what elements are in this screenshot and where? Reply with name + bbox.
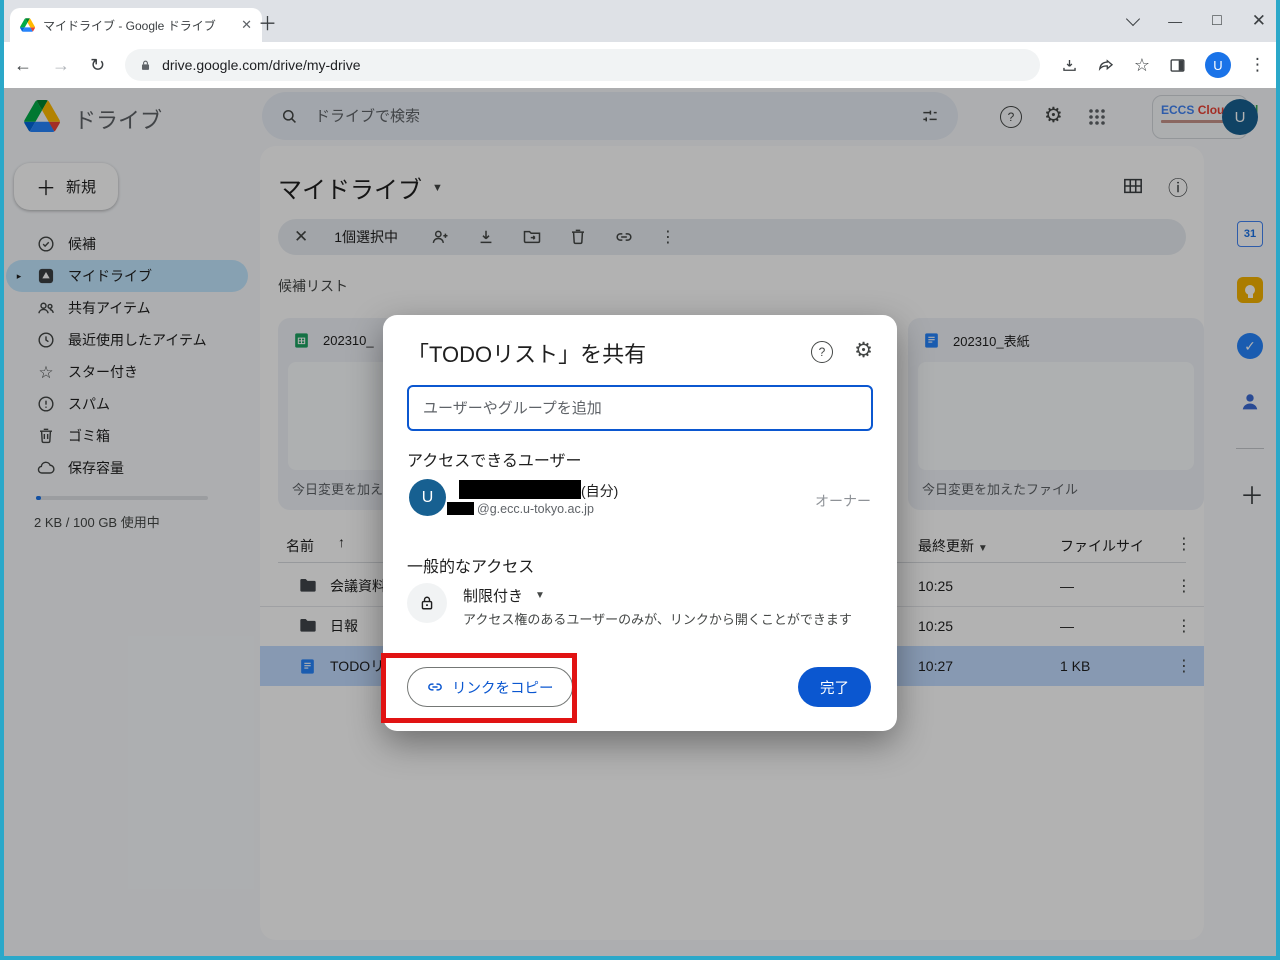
owner-self-label: (自分) — [581, 481, 618, 501]
add-people-input[interactable] — [407, 385, 873, 431]
side-panel-icon[interactable] — [1168, 56, 1187, 75]
window-controls: — □ ✕ — [1128, 0, 1266, 42]
window-close-button[interactable]: ✕ — [1252, 11, 1266, 31]
tab-close-icon[interactable]: ✕ — [241, 17, 252, 33]
screen-border-left — [0, 0, 4, 960]
new-tab-button[interactable]: ＋ — [258, 9, 277, 36]
browser-tab-bar: マイドライブ - Google ドライブ ✕ ＋ — □ ✕ — [0, 0, 1280, 42]
share-dialog: 「TODOリスト」を共有 ? ⚙ アクセスできるユーザー U (自分) @g.e… — [383, 315, 897, 731]
back-icon[interactable]: ← — [14, 55, 32, 76]
owner-role-label: オーナー — [815, 491, 871, 511]
redacted-owner-name — [459, 480, 581, 499]
link-icon — [426, 678, 444, 696]
share-icon[interactable] — [1097, 56, 1116, 75]
reload-icon[interactable]: ↻ — [90, 55, 105, 76]
owner-avatar: U — [409, 479, 446, 516]
lock-icon — [407, 583, 447, 623]
people-section-label: アクセスできるユーザー — [407, 447, 582, 471]
browser-menu-icon[interactable]: ⋮ — [1249, 55, 1266, 75]
chevron-down-icon: ▼ — [535, 590, 545, 601]
dialog-settings-gear-icon[interactable]: ⚙ — [854, 340, 873, 361]
done-button[interactable]: 完了 — [798, 667, 871, 707]
access-level-label: 制限付き — [463, 585, 523, 606]
browser-action-icons: ☆ U ⋮ — [1060, 52, 1266, 78]
owner-email-domain: @g.ecc.u-tokyo.ac.jp — [477, 502, 594, 516]
browser-profile-avatar[interactable]: U — [1205, 52, 1231, 78]
access-description: アクセス権のあるユーザーのみが、リンクから開くことができます — [463, 609, 852, 628]
screen-border-right — [1276, 0, 1280, 960]
bookmark-star-icon[interactable]: ☆ — [1134, 55, 1150, 76]
screen-border-bottom — [0, 956, 1280, 960]
browser-address-bar: ← → ↻ drive.google.com/drive/my-drive ☆ … — [0, 42, 1280, 88]
dialog-help-icon[interactable]: ? — [811, 341, 833, 363]
screen: マイドライブ - Google ドライブ ✕ ＋ — □ ✕ ← → ↻ dri… — [0, 0, 1280, 960]
browser-tab[interactable]: マイドライブ - Google ドライブ ✕ — [10, 8, 262, 42]
drive-favicon — [20, 18, 35, 32]
general-access-section-label: 一般的なアクセス — [407, 553, 534, 577]
url-bar[interactable]: drive.google.com/drive/my-drive — [125, 49, 1040, 81]
dialog-title: 「TODOリスト」を共有 — [407, 337, 646, 369]
copy-link-button[interactable]: リンクをコピー — [407, 667, 573, 707]
redacted-email-prefix — [447, 502, 474, 515]
lock-icon — [139, 59, 152, 72]
tab-title: マイドライブ - Google ドライブ — [43, 17, 233, 34]
access-level-dropdown[interactable]: 制限付き ▼ — [463, 585, 545, 606]
url-text: drive.google.com/drive/my-drive — [162, 57, 360, 73]
save-page-icon[interactable] — [1060, 56, 1079, 75]
window-maximize-button[interactable]: □ — [1212, 12, 1222, 30]
window-minimize-button[interactable]: — — [1168, 13, 1182, 29]
tab-search-chevron-icon[interactable] — [1126, 12, 1140, 26]
copy-link-label: リンクをコピー — [452, 677, 554, 698]
forward-icon[interactable]: → — [52, 55, 70, 76]
